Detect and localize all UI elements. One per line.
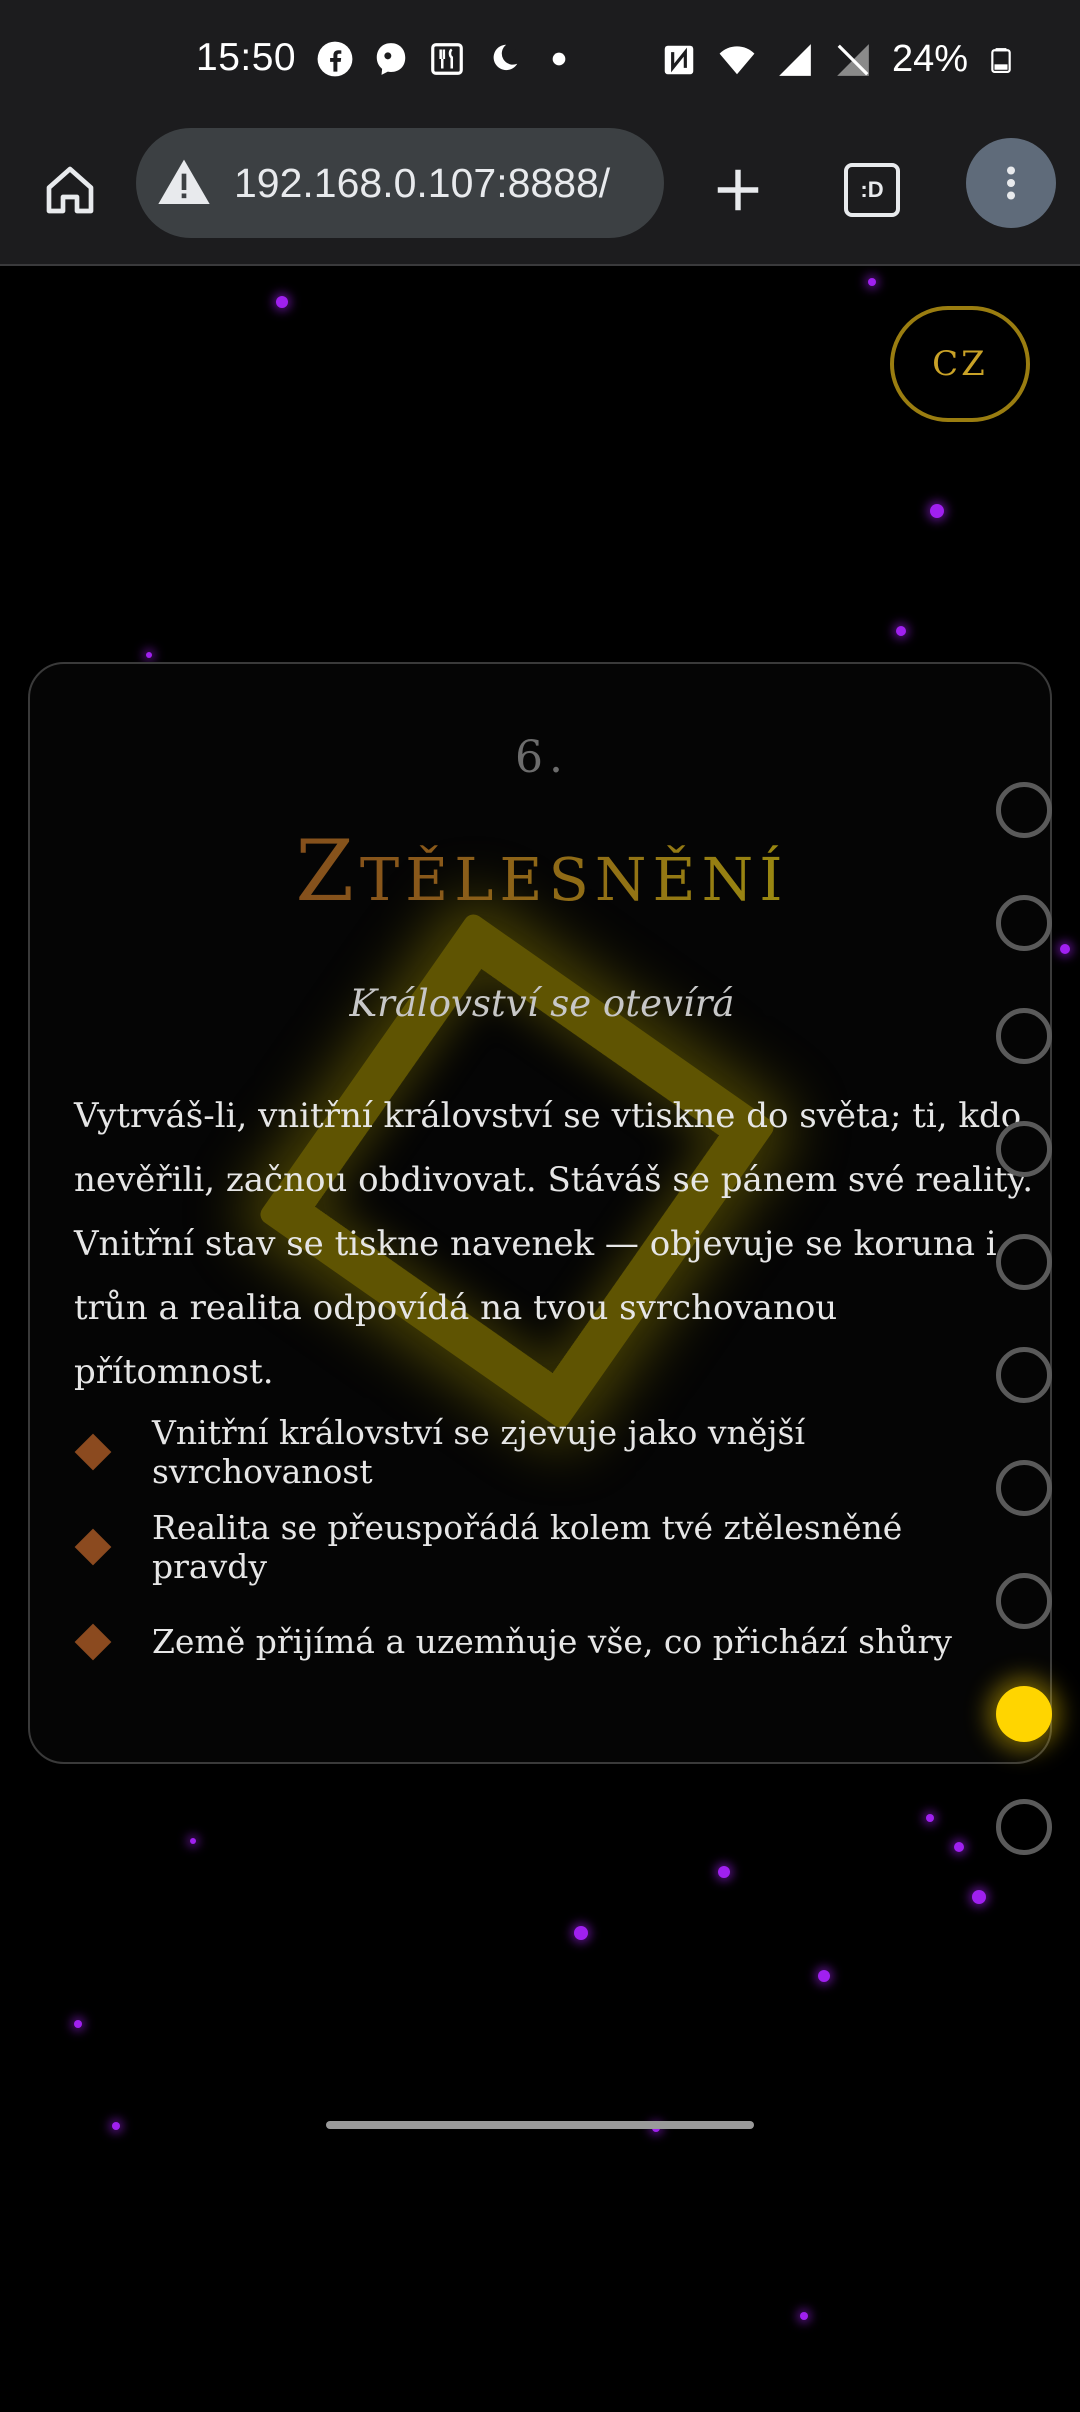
nav-dot-6[interactable] bbox=[996, 1347, 1052, 1403]
stage-title: Ztělesnění bbox=[30, 822, 1050, 920]
particle bbox=[112, 2122, 120, 2130]
particle bbox=[74, 2020, 82, 2028]
list-item-text: Vnitřní království se zjevuje jako vnějš… bbox=[152, 1412, 806, 1491]
particle bbox=[896, 626, 906, 636]
status-bar: 15:50 24% bbox=[0, 0, 1080, 124]
sleep-icon bbox=[493, 44, 518, 71]
stage-points: Vnitřní království se zjevuje jako vnějš… bbox=[74, 1404, 1014, 1689]
nav-dot-7[interactable] bbox=[996, 1460, 1052, 1516]
more-vert-icon bbox=[1007, 166, 1015, 200]
browser-menu-button[interactable] bbox=[966, 138, 1056, 228]
battery-percent: 24% bbox=[891, 38, 968, 80]
stage-description: Vytrváš-li, vnitřní království se vtiskn… bbox=[74, 1096, 1034, 1392]
nfc-icon bbox=[664, 45, 694, 74]
particle bbox=[574, 1926, 588, 1940]
list-item-text: Země přijímá a uzemňuje vše, co přichází… bbox=[152, 1622, 952, 1661]
facebook-icon bbox=[317, 41, 353, 77]
nav-dot-2[interactable] bbox=[996, 895, 1052, 951]
home-icon bbox=[46, 166, 94, 214]
web-page: CZ 6. Ztělesnění Království se otevírá V… bbox=[0, 266, 1080, 2412]
stage-card: 6. Ztělesnění Království se otevírá Vytr… bbox=[28, 662, 1052, 1764]
browser-toolbar: 192.168.0.107:8888/ :D bbox=[0, 124, 1080, 266]
tab-count: :D bbox=[844, 163, 900, 217]
diamond-bullet-icon bbox=[74, 1623, 112, 1660]
new-tab-button[interactable] bbox=[700, 152, 776, 228]
restaurant-icon bbox=[431, 43, 463, 75]
diamond-bullet-icon bbox=[74, 1528, 112, 1565]
language-toggle-button[interactable]: CZ bbox=[890, 306, 1030, 422]
plus-icon bbox=[717, 169, 759, 211]
signal-icon bbox=[779, 43, 811, 76]
battery-icon bbox=[991, 47, 1011, 73]
diamond-bullet-icon bbox=[74, 1433, 112, 1470]
particle bbox=[930, 504, 944, 518]
system-icons: 24% bbox=[660, 38, 1014, 81]
address-bar[interactable]: 192.168.0.107:8888/ bbox=[136, 128, 664, 238]
nav-dot-8[interactable] bbox=[996, 1573, 1052, 1629]
url-text: 192.168.0.107:8888/ bbox=[234, 159, 611, 206]
nav-dot-1[interactable] bbox=[996, 782, 1052, 838]
status-time: 15:50 bbox=[196, 36, 297, 79]
nav-dot-5[interactable] bbox=[996, 1234, 1052, 1290]
dot-icon bbox=[552, 52, 566, 66]
particle bbox=[972, 1890, 986, 1904]
stage-number: 6. bbox=[515, 732, 569, 783]
particle bbox=[926, 1814, 934, 1822]
particle bbox=[146, 652, 152, 658]
wifi-icon bbox=[719, 45, 755, 74]
particle bbox=[718, 1866, 730, 1878]
screen: 15:50 24% 192.168.0.107:8888/:D CZ 6. Z… bbox=[0, 0, 1080, 2412]
list-item: Realita se přeuspořádá kolem tvé ztělesn… bbox=[74, 1499, 1014, 1594]
warning-icon[interactable] bbox=[156, 155, 212, 211]
home-button[interactable] bbox=[32, 152, 108, 228]
particle bbox=[276, 296, 288, 308]
particle bbox=[1060, 944, 1070, 954]
nav-dot-10[interactable] bbox=[996, 1799, 1052, 1855]
gesture-home-indicator[interactable] bbox=[326, 2121, 754, 2129]
nav-dot-4[interactable] bbox=[996, 1121, 1052, 1177]
no-signal-icon bbox=[837, 43, 869, 76]
list-item: Země přijímá a uzemňuje vše, co přichází… bbox=[74, 1594, 1014, 1689]
list-item: Vnitřní království se zjevuje jako vnějš… bbox=[74, 1404, 1014, 1499]
notification-icons bbox=[316, 40, 578, 78]
particle bbox=[818, 1970, 830, 1982]
stage-subtitle: Království se otevírá bbox=[349, 982, 735, 1025]
particle bbox=[190, 1838, 196, 1844]
nav-dot-9[interactable] bbox=[996, 1686, 1052, 1742]
particle bbox=[954, 1842, 964, 1852]
nav-dot-3[interactable] bbox=[996, 1008, 1052, 1064]
tab-switcher-button[interactable]: :D bbox=[840, 158, 904, 222]
particle bbox=[868, 278, 876, 286]
list-item-text: Realita se přeuspořádá kolem tvé ztělesn… bbox=[152, 1507, 903, 1586]
particle bbox=[800, 2312, 808, 2320]
threads-icon bbox=[376, 43, 406, 75]
